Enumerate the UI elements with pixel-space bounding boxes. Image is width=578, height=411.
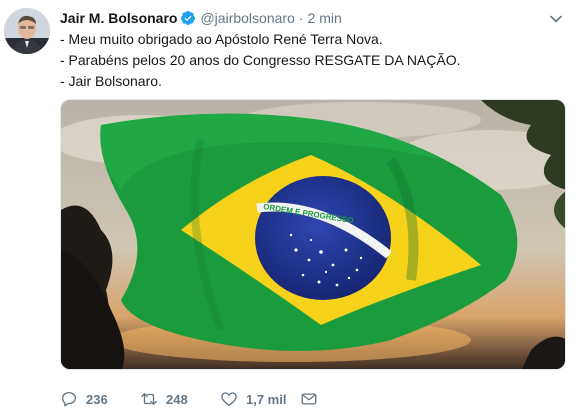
reply-count: 236 bbox=[86, 391, 108, 407]
avatar[interactable] bbox=[4, 8, 50, 54]
brazil-flag-image: ORDEM E PROGRESSO bbox=[61, 100, 565, 369]
like-count: 1,7 mil bbox=[246, 391, 287, 407]
like-icon bbox=[221, 392, 237, 407]
tweet-line: - Parabéns pelos 20 anos do Congresso RE… bbox=[60, 52, 461, 68]
tweet-line: - Jair Bolsonaro. bbox=[60, 73, 162, 89]
like-button[interactable]: 1,7 mil bbox=[220, 390, 300, 408]
author-name[interactable]: Jair M. Bolsonaro bbox=[60, 10, 177, 26]
separator-dot: · bbox=[298, 10, 304, 26]
tweet-media[interactable]: ORDEM E PROGRESSO bbox=[60, 99, 566, 370]
reply-button[interactable]: 236 bbox=[60, 390, 140, 408]
avatar-image bbox=[4, 8, 50, 54]
tweet-header: Jair M. Bolsonaro @jairbolsonaro · 2 min bbox=[60, 8, 342, 28]
timestamp[interactable]: 2 min bbox=[308, 10, 342, 26]
direct-message-button[interactable] bbox=[300, 390, 318, 408]
verified-badge-icon bbox=[181, 11, 196, 25]
tweet-line: - Meu muito obrigado ao Apóstolo René Te… bbox=[60, 31, 383, 47]
dm-icon bbox=[301, 393, 317, 405]
reply-icon bbox=[61, 391, 77, 407]
retweet-button[interactable]: 248 bbox=[140, 390, 220, 408]
tweet-card: Jair M. Bolsonaro @jairbolsonaro · 2 min… bbox=[0, 0, 578, 411]
retweet-icon bbox=[141, 393, 157, 405]
tweet-actions: 236 248 1,7 mil bbox=[60, 388, 318, 410]
caret-down-icon[interactable] bbox=[548, 11, 564, 27]
tweet-text: - Meu muito obrigado ao Apóstolo René Te… bbox=[60, 29, 461, 92]
author-handle[interactable]: @jairbolsonaro bbox=[200, 10, 294, 26]
retweet-count: 248 bbox=[166, 391, 188, 407]
